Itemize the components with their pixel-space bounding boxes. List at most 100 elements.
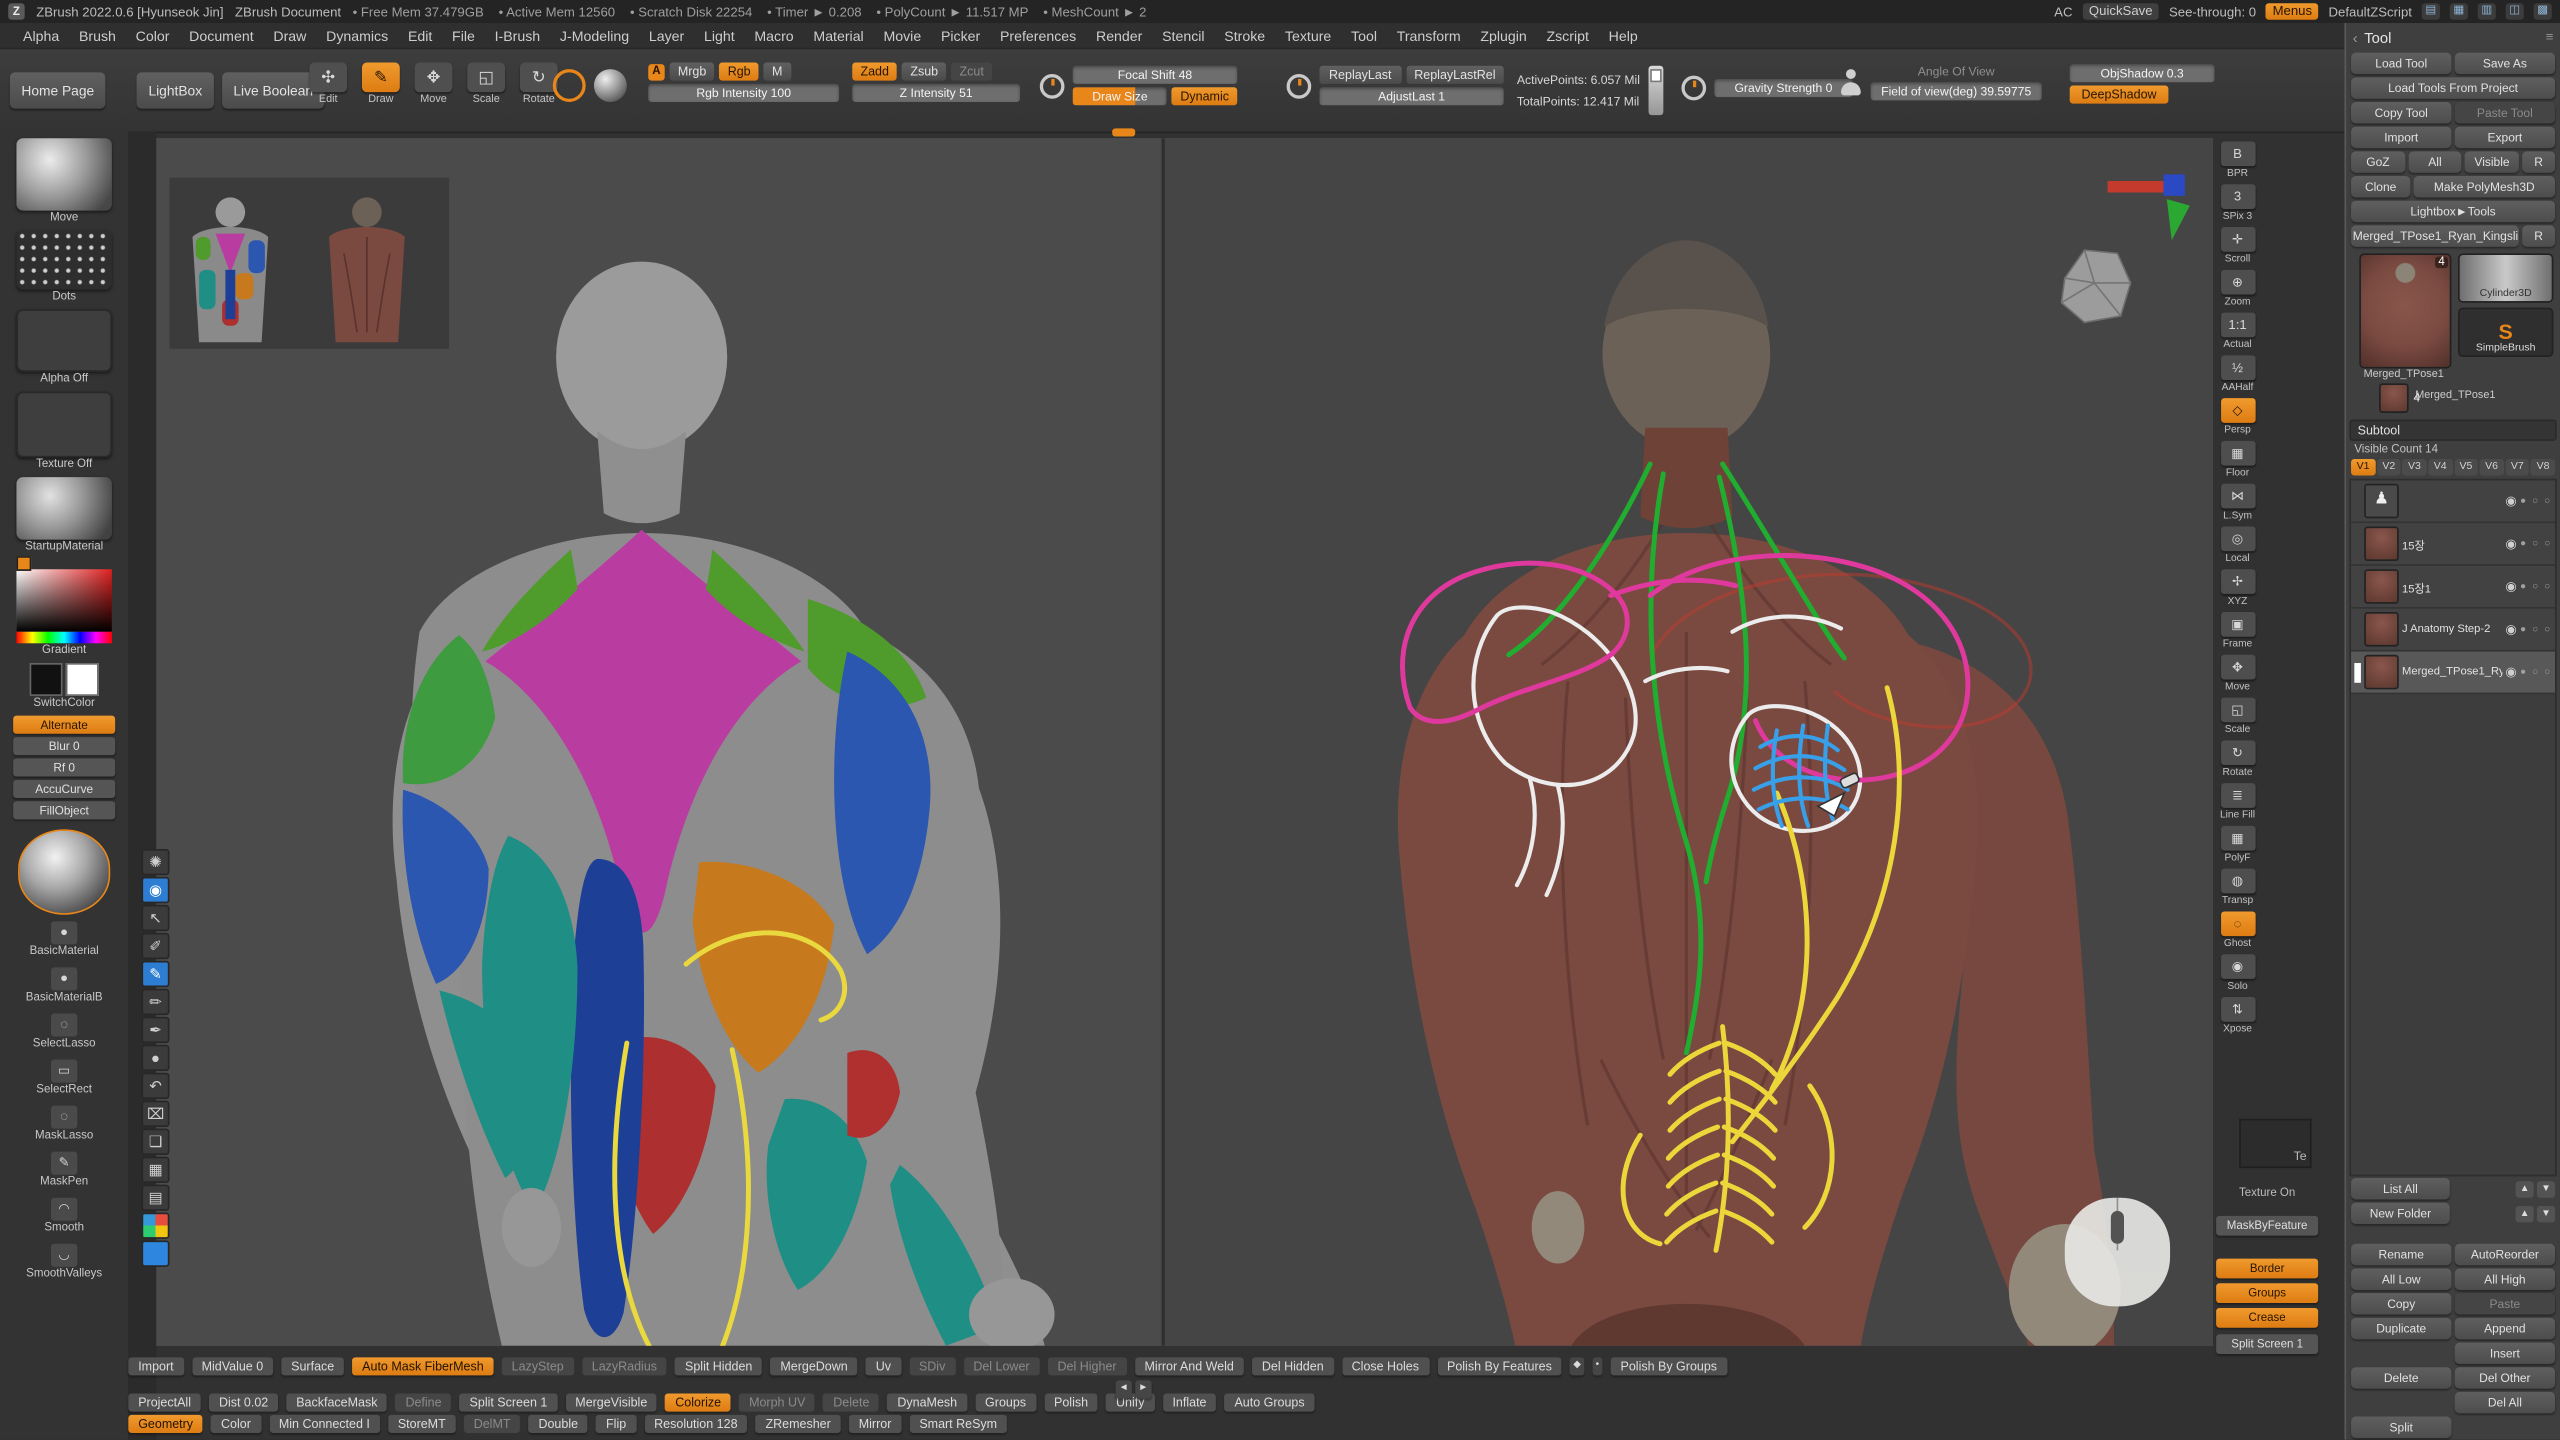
bottom-bar-button[interactable]: Groups <box>975 1394 1036 1412</box>
bottom-bar-button[interactable]: BackfaceMask <box>286 1394 387 1412</box>
rgb-intensity-slider[interactable]: Rgb Intensity 100 <box>648 84 839 102</box>
visibility-eye-icon[interactable]: ◉ <box>2505 536 2516 551</box>
right-shelf-button[interactable]: ✛ Scroll <box>2216 227 2259 268</box>
bottom-bar-button[interactable]: Del Lower <box>963 1357 1039 1375</box>
menu-item[interactable]: Color <box>126 27 180 43</box>
subtool-row-icons[interactable]: ● ○ ○ <box>2520 539 2552 549</box>
shelf-drag-handle[interactable] <box>1112 128 1135 136</box>
bottom-bar-button[interactable]: Polish By Groups <box>1611 1357 1727 1375</box>
subtool-section-header[interactable]: Subtool <box>2349 420 2556 441</box>
subtool-action-button[interactable]: Rename <box>2351 1244 2451 1265</box>
menu-item[interactable]: Texture <box>1275 27 1341 43</box>
alpha-thumbnail[interactable] <box>16 309 111 372</box>
active-tool-thumbnail[interactable]: 4 <box>2359 253 2451 368</box>
right-shelf-button[interactable]: ↻ Rotate <box>2216 740 2259 781</box>
home-page-button[interactable]: Home Page <box>10 72 106 108</box>
zadd-button[interactable]: Zadd <box>852 63 897 81</box>
mode-button[interactable]: ✥ Move <box>411 63 455 106</box>
panel-menu-icon[interactable]: ≡ <box>2546 30 2554 45</box>
subtool-row-icons[interactable]: ● ○ ○ <box>2520 582 2552 592</box>
bottom-bar-button[interactable]: MidValue 0 <box>192 1357 273 1375</box>
menu-item[interactable]: File <box>442 27 485 43</box>
menu-item[interactable]: Zplugin <box>1470 27 1536 43</box>
focal-dial-icon[interactable] <box>1040 73 1065 98</box>
subtool-item[interactable]: ◉ ● ○ ○ <box>2351 480 2555 523</box>
menu-item[interactable]: Transform <box>1387 27 1471 43</box>
subtool-action-button[interactable]: Insert <box>2455 1343 2555 1364</box>
bottom-bar-button[interactable]: Polish By Features <box>1437 1357 1562 1375</box>
deep-shadow-button[interactable]: DeepShadow <box>2070 86 2169 104</box>
subtool-tab[interactable]: V1 <box>2351 459 2375 475</box>
palette-item[interactable]: ● BasicMaterial <box>30 921 99 964</box>
bottom-bar-button[interactable]: MergeVisible <box>565 1394 657 1412</box>
main-color-swatch[interactable] <box>30 663 63 696</box>
subtool-item[interactable]: J Anatomy Step-2 ◉ ● ○ ○ <box>2351 609 2555 652</box>
mode-button[interactable]: ✎ Draw <box>359 63 403 106</box>
palette-item[interactable]: ✎ MaskPen <box>40 1152 88 1195</box>
obj-shadow-slider[interactable]: ObjShadow 0.3 <box>2070 64 2215 82</box>
bottom-bar-button[interactable]: Color <box>211 1415 261 1433</box>
bottom-bar-button[interactable]: Morph UV <box>739 1394 815 1412</box>
palette-item[interactable]: ◠ Smooth <box>44 1198 84 1241</box>
menu-item[interactable]: Dynamics <box>316 27 398 43</box>
subtool-action-button[interactable]: Del All <box>2455 1392 2555 1413</box>
copy-tool-button[interactable]: Copy Tool <box>2351 102 2451 123</box>
replay-last-button[interactable]: ReplayLast <box>1319 66 1401 84</box>
bottom-bar-button[interactable]: Define <box>396 1394 452 1412</box>
m-button[interactable]: M <box>764 63 791 81</box>
bottom-bar-button[interactable]: Split Screen 1 <box>460 1394 558 1412</box>
sdiv-arrow-button[interactable]: ◄ <box>1115 1380 1131 1398</box>
titlebar-icon[interactable]: ▩ <box>2534 3 2552 19</box>
bottom-bar-button[interactable]: Del Higher <box>1048 1357 1127 1375</box>
mrgb-button[interactable]: Mrgb <box>670 63 715 81</box>
bottom-bar-button[interactable]: Mirror And Weld <box>1135 1357 1244 1375</box>
mode-button[interactable]: ◱ Scale <box>464 63 508 106</box>
subtool-action-button[interactable]: All Low <box>2351 1268 2451 1289</box>
bottom-bar-button[interactable]: Min Connected I <box>269 1415 380 1433</box>
goz-all-button[interactable]: All <box>2408 151 2462 172</box>
move-down-icon[interactable]: ▼ <box>2537 1180 2555 1196</box>
right-shelf-button[interactable]: B BPR <box>2216 141 2259 182</box>
color-chip[interactable] <box>16 556 31 571</box>
menu-item[interactable]: Layer <box>639 27 694 43</box>
active-tool-name[interactable]: Merged_TPose1_Ryan_Kingsli <box>2351 225 2519 246</box>
collapse-panel-icon[interactable]: ‹ <box>2353 29 2358 45</box>
titlebar-icon[interactable]: ◫ <box>2506 3 2524 19</box>
right-shelf-button[interactable]: ✢ XYZ <box>2216 569 2259 610</box>
gravity-strength-slider[interactable]: Gravity Strength 0 <box>1714 79 1852 97</box>
palette-item[interactable]: ● BasicMaterialB <box>26 967 103 1010</box>
bottom-bar-button[interactable]: Auto Mask FiberMesh <box>352 1357 493 1375</box>
bottom-bar-button[interactable]: LazyStep <box>502 1357 574 1375</box>
menu-item[interactable]: Material <box>804 27 874 43</box>
bottom-bar-button[interactable]: Close Holes <box>1342 1357 1429 1375</box>
groups-button[interactable]: Groups <box>2216 1283 2318 1303</box>
bottom-bar-button[interactable]: Import <box>128 1357 183 1375</box>
accucurve-button[interactable]: AccuCurve <box>13 780 115 798</box>
bottom-bar-button[interactable]: SDiv <box>909 1357 955 1375</box>
subtool-item[interactable]: Merged_TPose1_Ryan_Kingslie ◉ ● ○ ○ <box>2351 652 2555 695</box>
quick-tool-icon[interactable]: ▤ <box>141 1185 169 1211</box>
stroke-thumbnail[interactable] <box>16 230 111 289</box>
right-shelf-button[interactable]: ◇ Persp <box>2216 398 2259 439</box>
subtool-action-button[interactable]: AutoReorder <box>2455 1244 2555 1265</box>
bottom-bar-button[interactable]: Split Hidden <box>675 1357 762 1375</box>
right-shelf-button[interactable]: ⊕ Zoom <box>2216 270 2259 311</box>
field-of-view-slider[interactable]: Field of view(deg) 39.59775 <box>1871 82 2042 100</box>
adjust-last-slider[interactable]: AdjustLast 1 <box>1319 87 1503 105</box>
subtool-action-button[interactable]: Paste <box>2455 1293 2555 1314</box>
see-through-slider[interactable]: See-through: 0 <box>2169 4 2256 19</box>
bottom-bar-button[interactable]: Resolution 128 <box>644 1415 747 1433</box>
bottom-bar-button[interactable]: Smart ReSym <box>909 1415 1007 1433</box>
focal-shift-slider[interactable]: Focal Shift 48 <box>1073 66 1238 84</box>
quick-tool-icon[interactable]: ✎ <box>141 961 169 987</box>
menu-item[interactable]: Stencil <box>1152 27 1214 43</box>
texture-panel-flyout[interactable]: Te <box>2239 1119 2311 1168</box>
dynamic-button[interactable]: Dynamic <box>1172 87 1237 105</box>
paste-tool-button[interactable]: Paste Tool <box>2455 102 2555 123</box>
right-shelf-button[interactable]: 3 SPix 3 <box>2216 184 2259 225</box>
menu-item[interactable]: Tool <box>1341 27 1387 43</box>
make-polymesh3d-button[interactable]: Make PolyMesh3D <box>2414 176 2555 197</box>
save-as-button[interactable]: Save As <box>2455 53 2555 74</box>
visibility-eye-icon[interactable]: ◉ <box>2505 665 2516 680</box>
mask-by-feature-button[interactable]: MaskByFeature <box>2216 1216 2318 1236</box>
